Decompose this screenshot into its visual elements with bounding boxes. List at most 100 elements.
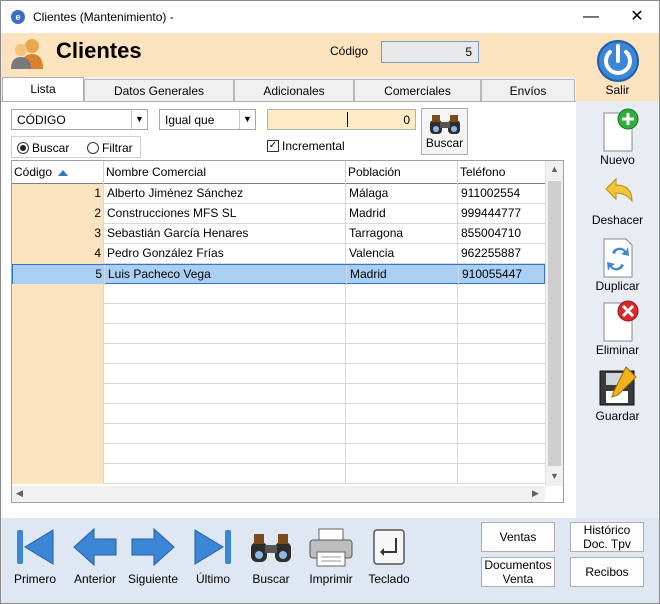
minimize-button[interactable]: —: [571, 5, 611, 29]
sort-ascending-icon: [58, 169, 69, 176]
radio-filtrar-dot: [87, 142, 99, 154]
field-select[interactable]: CÓDIGO ▼: [11, 109, 148, 130]
salir-button[interactable]: Salir: [576, 37, 659, 97]
tab-datos-generales[interactable]: Datos Generales: [84, 79, 234, 101]
ventas-button[interactable]: Ventas: [481, 522, 555, 552]
checkmark-icon: ✓: [267, 140, 279, 152]
documentos-venta-button[interactable]: Documentos Venta: [481, 557, 555, 587]
chevron-down-icon: ▼: [239, 110, 255, 129]
first-record-icon: [17, 529, 54, 565]
primero-button[interactable]: Primero: [9, 526, 61, 586]
app-icon: e: [11, 10, 25, 24]
radio-filtrar[interactable]: Filtrar: [87, 140, 133, 156]
search-value-input[interactable]: 0: [267, 109, 416, 130]
close-button[interactable]: ✕: [617, 5, 657, 29]
cell-telefono: 911002554: [461, 186, 521, 200]
documentos-label-line2: Venta: [502, 572, 534, 586]
window-title: Clientes (Mantenimiento) -: [33, 10, 174, 24]
tab-adicionales[interactable]: Adicionales: [234, 79, 354, 101]
chevron-down-icon: ▼: [131, 110, 147, 129]
buscar-filter-button[interactable]: Buscar: [421, 108, 468, 155]
historico-doc-tpv-button[interactable]: Histórico Doc. Tpv: [570, 522, 644, 552]
scroll-left-icon[interactable]: ◀: [16, 488, 23, 499]
empty-row: [12, 424, 545, 444]
bottom-toolbar: Primero Anterior Siguiente Último Buscar…: [1, 518, 659, 603]
empty-row: [12, 324, 545, 344]
imprimir-button[interactable]: Imprimir: [303, 526, 359, 586]
cell-telefono: 855004710: [461, 226, 522, 240]
table-row[interactable]: 1 Alberto Jiménez Sánchez Málaga 9110025…: [12, 184, 545, 204]
ultimo-button[interactable]: Último: [187, 526, 239, 586]
field-select-value: CÓDIGO: [17, 113, 66, 127]
table-row[interactable]: 3 Sebastián García Henares Tarragona 855…: [12, 224, 545, 244]
radio-buscar[interactable]: Buscar: [17, 140, 69, 156]
users-icon: [11, 39, 43, 69]
column-header-codigo[interactable]: Código: [12, 161, 104, 184]
delete-icon: [603, 300, 638, 342]
cell-nombre: Sebastián García Henares: [104, 224, 346, 244]
cell-poblacion: Tarragona: [346, 224, 458, 244]
incremental-checkbox[interactable]: ✓ Incremental: [267, 139, 345, 153]
duplicar-button[interactable]: Duplicar: [576, 235, 659, 293]
empty-row: [12, 464, 545, 484]
cell-codigo: 2: [12, 204, 104, 224]
guardar-label: Guardar: [595, 409, 640, 423]
scroll-up-icon[interactable]: ▲: [550, 164, 559, 174]
duplicar-label: Duplicar: [595, 279, 640, 293]
scrollbar-thumb[interactable]: [548, 181, 561, 466]
save-icon: [599, 366, 637, 406]
vertical-scrollbar[interactable]: ▲ ▼: [545, 161, 563, 486]
teclado-button[interactable]: Teclado: [363, 526, 415, 586]
scroll-right-icon[interactable]: ▶: [532, 488, 539, 499]
clientes-grid[interactable]: Código Nombre Comercial Población Teléfo…: [11, 160, 564, 503]
empty-row: [12, 404, 545, 424]
empty-row: [12, 304, 545, 324]
anterior-button[interactable]: Anterior: [69, 526, 121, 586]
imprimir-label: Imprimir: [309, 572, 353, 586]
binoculars-icon: [429, 115, 460, 134]
tab-envios[interactable]: Envíos: [481, 79, 575, 101]
title-bar: e Clientes (Mantenimiento) - — ✕: [1, 1, 659, 33]
column-header-telefono[interactable]: Teléfono: [458, 161, 545, 184]
table-row-selected[interactable]: 5 Luis Pacheco Vega Madrid 910055447: [12, 264, 545, 285]
radio-buscar-dot: [17, 142, 29, 154]
printer-icon: [309, 528, 353, 567]
nuevo-label: Nuevo: [600, 153, 635, 167]
cell-nombre: Luis Pacheco Vega: [105, 265, 347, 285]
buscar-filter-label: Buscar: [425, 136, 464, 150]
nuevo-button[interactable]: Nuevo: [576, 107, 659, 167]
header: Clientes Código 5: [1, 33, 576, 77]
scroll-down-icon[interactable]: ▼: [550, 471, 559, 481]
operator-select[interactable]: Igual que ▼: [159, 109, 256, 130]
horizontal-scrollbar[interactable]: ◀ ▶: [12, 486, 545, 502]
grid-header: Código Nombre Comercial Población Teléfo…: [12, 161, 545, 184]
column-header-nombre[interactable]: Nombre Comercial: [104, 161, 346, 184]
empty-row: [12, 344, 545, 364]
actions-panel: Salir Nuevo Deshacer Duplicar Eliminar G…: [576, 33, 659, 518]
binoculars-icon: [251, 534, 291, 562]
guardar-button[interactable]: Guardar: [576, 365, 659, 423]
tab-comerciales[interactable]: Comerciales: [354, 79, 481, 101]
eliminar-button[interactable]: Eliminar: [576, 299, 659, 357]
cell-codigo: 5: [13, 265, 105, 285]
recibos-label: Recibos: [585, 565, 629, 579]
siguiente-label: Siguiente: [127, 572, 179, 586]
new-document-icon: [603, 108, 638, 152]
table-row[interactable]: 2 Construcciones MFS SL Madrid 999444777: [12, 204, 545, 224]
buscar-nav-button[interactable]: Buscar: [245, 526, 297, 586]
historico-label-line2: Doc. Tpv: [583, 537, 631, 551]
table-row[interactable]: 4 Pedro González Frías Valencia 96225588…: [12, 244, 545, 264]
deshacer-button[interactable]: Deshacer: [576, 173, 659, 227]
codigo-field[interactable]: 5: [381, 41, 479, 63]
column-header-poblacion[interactable]: Población: [346, 161, 458, 184]
siguiente-button[interactable]: Siguiente: [125, 526, 181, 586]
recibos-button[interactable]: Recibos: [570, 557, 644, 587]
cell-nombre: Pedro González Frías: [104, 244, 346, 264]
incremental-label: Incremental: [282, 139, 345, 153]
lista-panel: CÓDIGO ▼ Igual que ▼ 0 Buscar Buscar Fil…: [1, 101, 576, 518]
tab-lista[interactable]: Lista: [2, 77, 84, 102]
cell-codigo: 3: [12, 224, 104, 244]
undo-icon: [604, 177, 633, 203]
cell-telefono: 999444777: [461, 206, 522, 220]
page-title: Clientes: [56, 38, 142, 63]
